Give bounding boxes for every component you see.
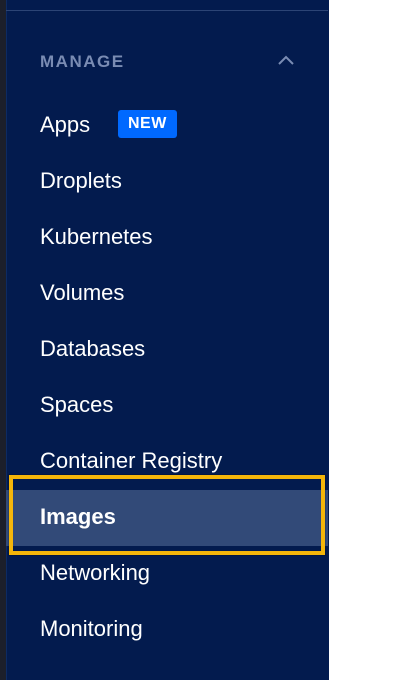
section-title: MANAGE (40, 52, 125, 71)
manage-section-header[interactable]: MANAGE (6, 40, 328, 84)
sidebar-item-label: Databases (40, 336, 146, 361)
sidebar-item-kubernetes[interactable]: Kubernetes (6, 210, 328, 266)
new-badge: NEW (118, 110, 177, 138)
nav-list: Apps NEW Droplets Kubernetes Volumes Dat… (6, 98, 328, 658)
sidebar-item-droplets[interactable]: Droplets (6, 154, 328, 210)
sidebar-item-apps[interactable]: Apps NEW (6, 98, 328, 154)
sidebar-item-container-registry[interactable]: Container Registry (6, 434, 328, 490)
sidebar-item-label: Spaces (40, 392, 114, 417)
sidebar-item-label: Kubernetes (40, 224, 153, 249)
sidebar-item-databases[interactable]: Databases (6, 322, 328, 378)
sidebar-item-networking[interactable]: Networking (6, 546, 328, 602)
sidebar-item-label: Apps (40, 112, 91, 137)
sidebar-item-volumes[interactable]: Volumes (6, 266, 328, 322)
sidebar-item-label: Images (40, 504, 116, 529)
divider (6, 10, 328, 11)
sidebar-item-label: Container Registry (40, 448, 223, 473)
sidebar-item-images[interactable]: Images (6, 490, 328, 546)
sidebar-item-label: Monitoring (40, 616, 143, 641)
chevron-up-icon[interactable] (276, 52, 296, 68)
sidebar-item-label: Networking (40, 560, 151, 585)
sidebar-item-label: Volumes (40, 280, 125, 305)
sidebar-item-spaces[interactable]: Spaces (6, 378, 328, 434)
sidebar-item-label: Droplets (40, 168, 122, 193)
sidebar-item-monitoring[interactable]: Monitoring (6, 602, 328, 658)
